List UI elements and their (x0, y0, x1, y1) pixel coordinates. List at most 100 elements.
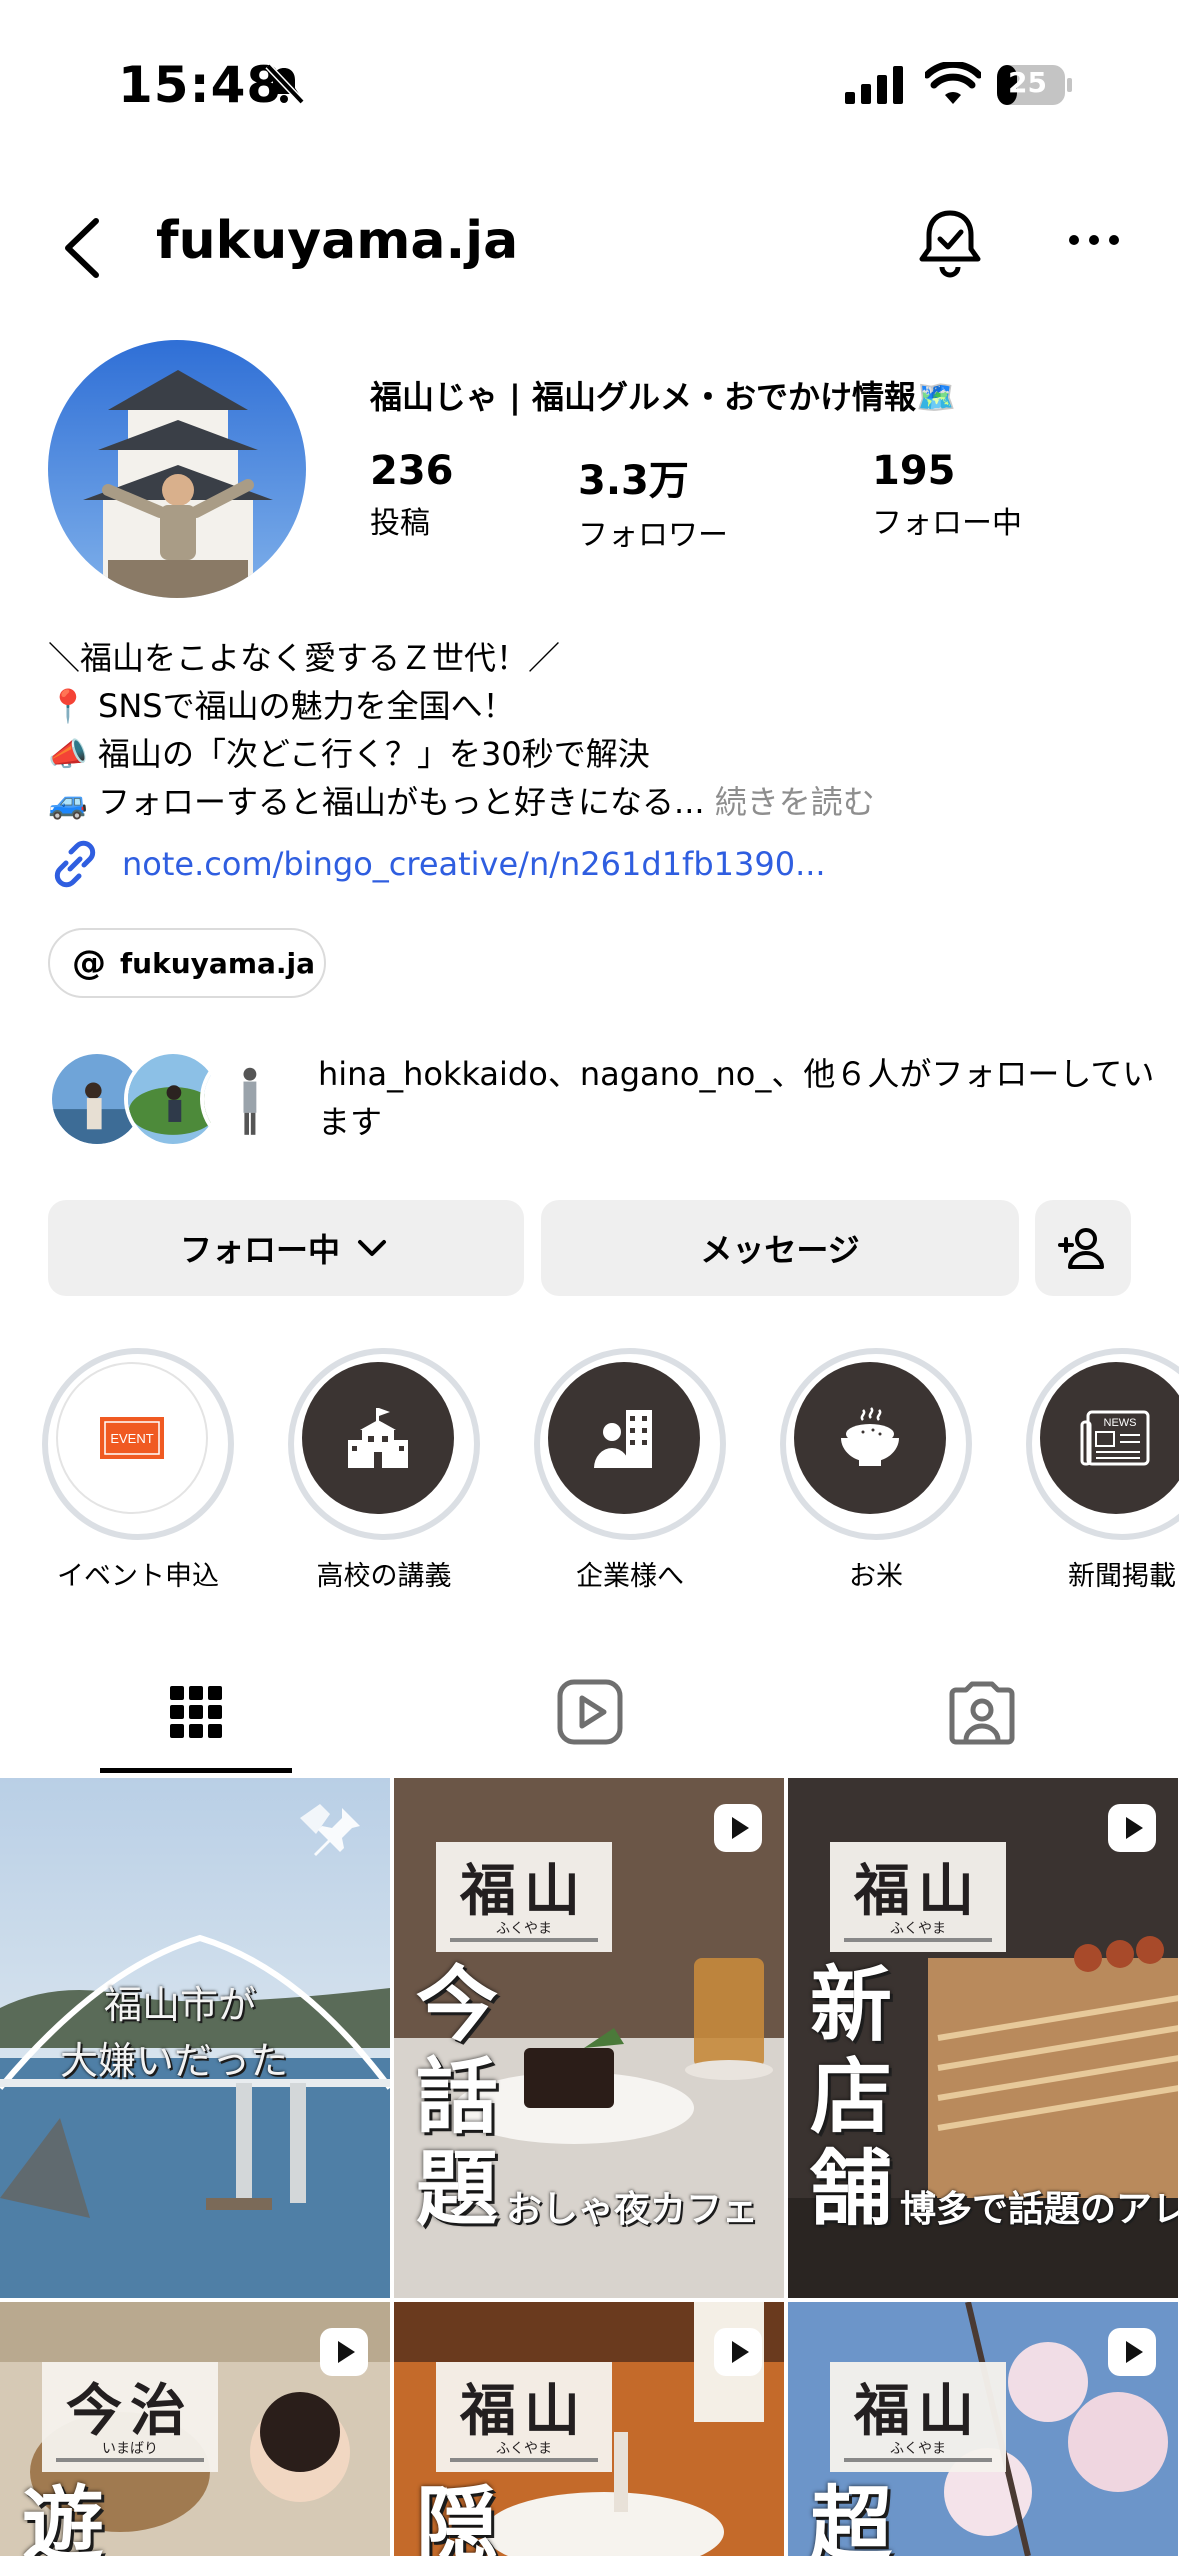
grid-post[interactable]: 福山 ふくやま 今話題 おしゃ夜カフェ (394, 1778, 784, 2298)
reel-play-icon (714, 1804, 762, 1852)
grid-post[interactable]: 福山 ふくやま 隠 (394, 2302, 784, 2556)
highlight-cover (548, 1362, 700, 1514)
threads-badge[interactable]: @ fukuyama.ja (48, 928, 326, 998)
newspaper-icon: NEWS (1080, 1410, 1150, 1466)
stat-value: 195 (872, 448, 956, 494)
notification-bell-icon[interactable] (915, 205, 985, 285)
profile-header: fukuyama.ja (0, 195, 1179, 295)
post-tag: 福山 ふくやま (830, 2362, 1006, 2472)
profile-bio: ＼福山をこよなく愛するＺ世代！／ 📍 SNSで福山の魅力を全国へ！ 📣 福山の「… (48, 634, 875, 826)
bell-off-icon (265, 63, 305, 105)
school-icon (348, 1408, 408, 1468)
followed-by-text: hina_hokkaido、nagano_no_、他６人がフォローしています (318, 1055, 1155, 1141)
post-tag-kana: いまばり (102, 2441, 158, 2457)
following-button[interactable]: フォロー中 (48, 1200, 524, 1296)
profile-tabs (0, 1636, 1179, 1776)
bio-line-text: 🚙 フォローすると福山がもっと好きになる... (48, 783, 705, 821)
reel-play-icon (714, 2328, 762, 2376)
bio-line: 📍 SNSで福山の魅力を全国へ！ (48, 687, 515, 725)
stat-value: 3.3万 (578, 458, 689, 504)
post-caption: 博多で話題のアレ (900, 2189, 1178, 2230)
post-tag-bar (844, 1938, 992, 1942)
svg-text:NEWS: NEWS (1104, 1417, 1137, 1429)
tagged-icon[interactable] (942, 1672, 1022, 1752)
threads-handle: fukuyama.ja (120, 946, 316, 980)
chevron-down-icon (358, 1240, 386, 1256)
post-tag-title: 福山 (854, 2379, 982, 2444)
grid-post[interactable]: 福山市が 大嫌いだった (0, 1778, 390, 2298)
reels-icon[interactable] (550, 1672, 630, 1752)
stat-label: フォロー中 (872, 506, 1022, 541)
following-count[interactable]: 195 フォロー中 (872, 448, 1022, 542)
followed-by[interactable]: hina_hokkaido、nagano_no_、他６人がフォローしています (48, 1050, 1154, 1150)
profile-link[interactable]: note.com/bingo_creative/n/n261d1fb1390..… (48, 836, 826, 892)
message-button-label: メッセージ (700, 1231, 860, 1269)
highlight-label: イベント申込 (57, 1561, 219, 1592)
highlight-cover: EVENT (56, 1362, 208, 1514)
post-tag-title: 今治 (66, 2379, 194, 2444)
post-tag-kana: ふくやま (890, 1921, 946, 1937)
battery-level: 25 (1008, 66, 1047, 99)
status-bar: 15:48 25 (0, 0, 1179, 170)
highlight-cover (302, 1362, 454, 1514)
more-options-icon[interactable] (1066, 225, 1122, 255)
highlight-label: お米 (849, 1561, 903, 1592)
stat-value: 236 (370, 448, 454, 494)
post-tag-title: 福山 (854, 1859, 982, 1924)
reel-play-icon (1108, 1804, 1156, 1852)
profile-display-name: 福山じゃ | 福山グルメ・おでかけ情報🗺️ (370, 378, 956, 416)
business-icon (594, 1410, 652, 1468)
post-tag-kana: ふくやま (496, 2441, 552, 2457)
grid-post[interactable]: 福山 ふくやま 超 (788, 2302, 1178, 2556)
posts-count[interactable]: 236 投稿 (370, 448, 454, 542)
profile-avatar[interactable] (48, 340, 306, 598)
posts-grid: 福山市が 大嫌いだった 福山 ふくやま 今話題 おしゃ夜カフェ 福山 ふくやま … (0, 1778, 1179, 2556)
followers-count[interactable]: 3.3万 フォロワー (578, 448, 728, 554)
message-button[interactable]: メッセージ (541, 1200, 1019, 1296)
bio-line: 📣 福山の「次どこ行く？」を30秒で解決 (48, 735, 650, 773)
active-tab-indicator (100, 1768, 292, 1773)
post-tag-bar (56, 2458, 204, 2462)
rice-bowl-icon (841, 1407, 899, 1466)
grid-post[interactable]: 福山 ふくやま 新店舗 博多で話題のアレ (788, 1778, 1178, 2298)
grid-post[interactable]: 今治 いまばり 遊 (0, 2302, 390, 2556)
pin-icon (314, 1808, 360, 1856)
wifi-icon (925, 62, 981, 104)
post-tag-kana: ふくやま (496, 1921, 552, 1937)
reel-play-icon (1108, 2328, 1156, 2376)
post-tag-title: 福山 (460, 2379, 588, 2444)
post-tag: 今治 いまばり (42, 2362, 218, 2472)
posts-grid-icon[interactable] (156, 1672, 236, 1752)
suggest-user-button[interactable] (1035, 1200, 1131, 1296)
bio-line: ＼福山をこよなく愛するＺ世代！／ (48, 639, 561, 677)
stat-label: 投稿 (370, 506, 430, 541)
status-time: 15:48 (118, 56, 283, 114)
post-caption: おしゃ夜カフェ (506, 2189, 759, 2230)
post-tag-bar (450, 1938, 598, 1942)
add-user-icon (1058, 1228, 1104, 1269)
post-tag: 福山 ふくやま (436, 1842, 612, 1952)
highlight-label: 新聞掲載 (1068, 1561, 1176, 1592)
bio-read-more[interactable]: 続きを読む (715, 783, 875, 821)
highlight-cover (794, 1362, 946, 1514)
bio-line: 🚙 フォローすると福山がもっと好きになる... 続きを読む (48, 778, 875, 826)
event-icon: EVENT (100, 1417, 164, 1459)
post-tag-bar (450, 2458, 598, 2462)
post-tag-kana: ふくやま (890, 2441, 946, 2457)
post-tag-bar (844, 2458, 992, 2462)
post-title: 超 (810, 2478, 893, 2556)
stat-label: フォロワー (578, 518, 728, 553)
post-title: 遊 (22, 2478, 105, 2556)
post-caption: 福山市が (104, 1983, 257, 2027)
story-highlights: EVENT イベント申込 高校の講義 企業様へ お米 NEWS 新聞掲載 (0, 1348, 1179, 1598)
svg-text:EVENT: EVENT (110, 1431, 153, 1446)
following-button-label: フォロー中 (179, 1231, 340, 1269)
threads-icon: @ (72, 943, 106, 983)
post-title: 隠 (416, 2478, 499, 2556)
highlight-label: 企業様へ (576, 1561, 684, 1592)
post-tag-title: 福山 (460, 1859, 588, 1924)
back-icon[interactable] (56, 213, 112, 283)
cellular-signal-icon (845, 66, 903, 104)
profile-username: fukuyama.ja (156, 211, 519, 271)
post-caption: 大嫌いだった (60, 2039, 289, 2083)
